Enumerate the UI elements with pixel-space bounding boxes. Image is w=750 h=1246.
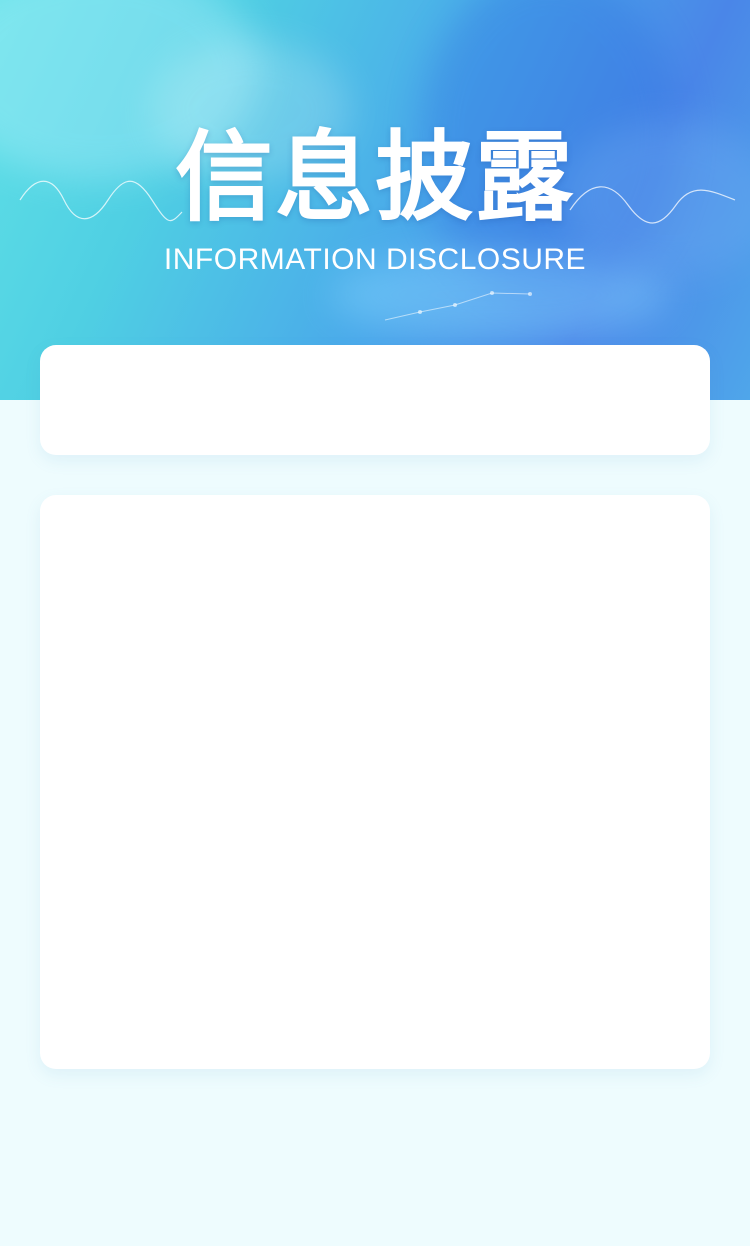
- page-title: 信息披露: [174, 121, 575, 235]
- page-subtitle: INFORMATION DISCLOSURE: [163, 243, 587, 276]
- header-banner: 信息披露 INFORMATION DISCLOSURE: [0, 0, 750, 400]
- top-card: [40, 345, 710, 455]
- content-card: [40, 495, 710, 1069]
